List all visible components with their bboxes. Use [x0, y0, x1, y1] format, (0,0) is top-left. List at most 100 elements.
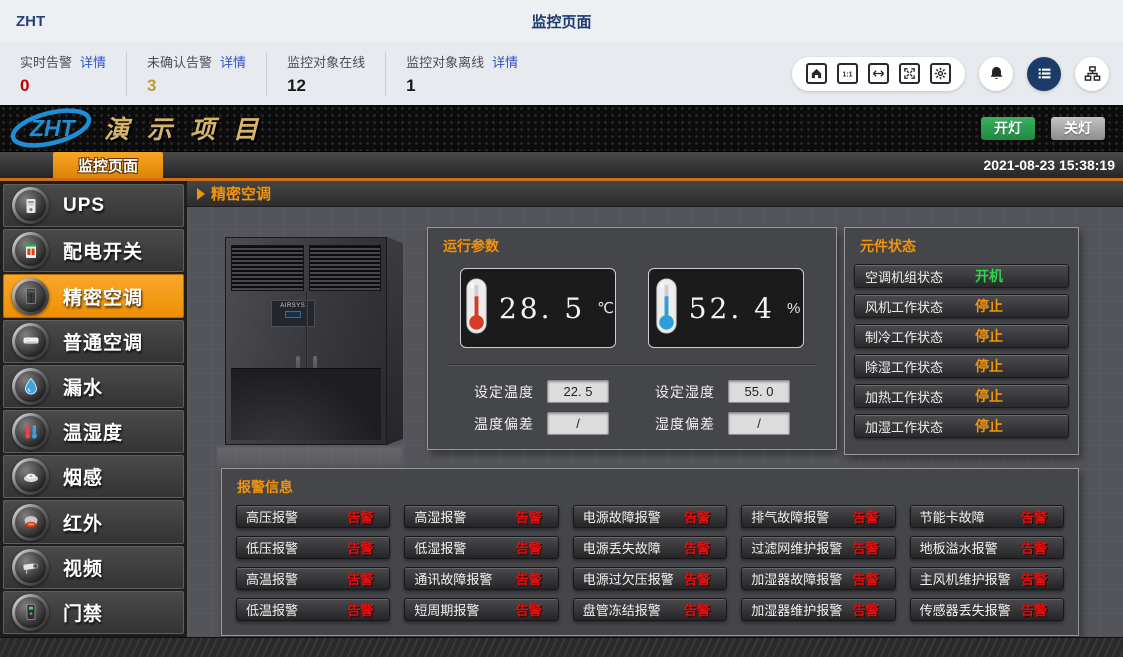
ac-display-panel: AIRSYS — [271, 300, 315, 327]
datetime-display: 2021-08-23 15:38:19 — [983, 152, 1123, 178]
precision-ac-icon — [12, 278, 49, 315]
stat-realtime-alarms: 实时告警详情 0 — [0, 52, 126, 96]
stat-label: 监控对象在线 — [287, 52, 365, 71]
smoke-icon — [12, 458, 49, 495]
set-temperature-field[interactable]: 22. 5 — [547, 380, 609, 403]
breaker-icon — [12, 232, 49, 269]
alarm-cell: 电源过欠压报警告警 — [573, 567, 727, 590]
alarm-status: 告警 — [347, 507, 373, 526]
alarm-status: 告警 — [516, 538, 542, 557]
content-area: 精密空调 AIRSYS 运行参数 — [187, 181, 1123, 637]
stat-label: 实时告警 — [20, 52, 72, 71]
footer-strip — [0, 637, 1123, 657]
section-arrow-icon — [197, 188, 205, 200]
status-row: 制冷工作状态停止 — [854, 324, 1069, 348]
temperature-gauge: 28. 5 ℃ — [460, 268, 616, 348]
svg-text:ZHT: ZHT — [29, 115, 77, 141]
sidebar-item-water-leak[interactable]: 漏水 — [3, 365, 184, 408]
run-params-panel: 运行参数 28. 5 ℃ 52. 4 % 设定温度 22. — [427, 227, 837, 450]
alarm-cell: 盘管冻结报警告警 — [573, 598, 727, 621]
status-value: 停止 — [975, 416, 1003, 436]
alarm-status: 告警 — [684, 538, 710, 557]
sidebar-item-temp-humidity[interactable]: 温湿度 — [3, 410, 184, 453]
ac-unit-image: AIRSYS — [217, 221, 422, 473]
alarm-status: 告警 — [1021, 507, 1047, 526]
stat-label: 未确认告警 — [147, 52, 212, 71]
alarm-status: 告警 — [1021, 569, 1047, 588]
status-value: 开机 — [975, 266, 1003, 286]
sidebar-item-smoke[interactable]: 烟感 — [3, 455, 184, 498]
set-humidity-field[interactable]: 55. 0 — [728, 380, 790, 403]
ac-grille — [231, 368, 381, 440]
sidebar-item-video[interactable]: 视频 — [3, 546, 184, 589]
temperature-deviation-row: 温度偏差 / — [474, 412, 609, 435]
alarm-cell: 节能卡故障告警 — [910, 505, 1064, 528]
alarm-status: 告警 — [853, 569, 879, 588]
humidity-deviation-row: 湿度偏差 / — [655, 412, 790, 435]
stat-unconfirmed-alarms: 未确认告警详情 3 — [126, 52, 266, 96]
light-on-button[interactable]: 开灯 — [981, 117, 1035, 140]
bell-icon[interactable] — [979, 57, 1013, 91]
alarm-cell: 通讯故障报警告警 — [404, 567, 558, 590]
stat-value: 12 — [287, 76, 365, 96]
alarm-status: 告警 — [684, 507, 710, 526]
alarm-cell: 传感器丢失报警告警 — [910, 598, 1064, 621]
status-row: 加热工作状态停止 — [854, 384, 1069, 408]
light-buttons: 开灯 关灯 — [981, 117, 1105, 140]
stats-bar: 实时告警详情 0 未确认告警详情 3 监控对象在线 12 监控对象离线详情 1 … — [0, 42, 1123, 105]
sidebar-item-infrared[interactable]: 红外 — [3, 500, 184, 543]
stat-value: 1 — [406, 76, 518, 96]
temp-humidity-icon — [12, 413, 49, 450]
component-status-panel: 元件状态 空调机组状态开机 风机工作状态停止 制冷工作状态停止 除湿工作状态停止… — [844, 227, 1079, 455]
sidebar-item-power-switch[interactable]: 配电开关 — [3, 229, 184, 272]
settings-icon[interactable] — [930, 63, 951, 84]
one-to-one-icon[interactable]: 1:1 — [837, 63, 858, 84]
alarm-cell: 过滤网维护报警告警 — [741, 536, 895, 559]
stat-objects-offline: 监控对象离线详情 1 — [385, 52, 538, 96]
sidebar-item-normal-ac[interactable]: 普通空调 — [3, 320, 184, 363]
unconfirmed-alarm-details-link[interactable]: 详情 — [220, 52, 246, 71]
sidebar-item-door-access[interactable]: 门禁 — [3, 591, 184, 634]
section-title: 精密空调 — [211, 183, 271, 204]
light-off-button[interactable]: 关灯 — [1051, 117, 1105, 140]
alarm-cell: 地板溢水报警告警 — [910, 536, 1064, 559]
alarm-status: 告警 — [516, 600, 542, 619]
alarm-cell: 低湿报警告警 — [404, 536, 558, 559]
fit-width-icon[interactable] — [868, 63, 889, 84]
ac-louvers — [231, 245, 381, 291]
water-leak-icon — [12, 368, 49, 405]
alarm-cell: 加湿器维护报警告警 — [741, 598, 895, 621]
list-icon[interactable] — [1027, 57, 1061, 91]
alarm-info-title: 报警信息 — [222, 469, 1078, 497]
stat-label: 监控对象离线 — [406, 52, 484, 71]
status-value: 停止 — [975, 386, 1003, 406]
humidity-unit: % — [787, 300, 800, 317]
top-bar: ZHT 监控页面 — [0, 0, 1123, 42]
sidebar-item-precision-ac[interactable]: 精密空调 — [3, 274, 184, 317]
stat-value: 3 — [147, 76, 246, 96]
tab-monitor-page[interactable]: 监控页面 — [53, 152, 163, 178]
realtime-alarm-details-link[interactable]: 详情 — [80, 52, 106, 71]
offline-details-link[interactable]: 详情 — [492, 52, 518, 71]
sidebar-item-ups[interactable]: UPS — [3, 184, 184, 227]
set-temperature-row: 设定温度 22. 5 — [474, 380, 609, 403]
home-icon[interactable] — [806, 63, 827, 84]
split-ac-icon — [12, 323, 49, 360]
alarm-cell: 高压报警告警 — [236, 505, 390, 528]
door-access-icon — [12, 594, 49, 631]
panel-divider — [448, 364, 816, 366]
temperature-deviation-field: / — [547, 412, 609, 435]
alarm-cell: 加湿器故障报警告警 — [741, 567, 895, 590]
ups-icon — [12, 187, 49, 224]
status-value: 停止 — [975, 326, 1003, 346]
temperature-value: 28. 5 — [499, 292, 585, 325]
view-controls-pill: 1:1 — [792, 57, 965, 91]
status-row: 空调机组状态开机 — [854, 264, 1069, 288]
temperature-unit: ℃ — [597, 299, 614, 317]
alarm-cell: 主风机维护报警告警 — [910, 567, 1064, 590]
alarm-cell: 低温报警告警 — [236, 598, 390, 621]
topology-icon[interactable] — [1075, 57, 1109, 91]
alarm-status: 告警 — [347, 569, 373, 588]
fullscreen-icon[interactable] — [899, 63, 920, 84]
zht-logo: ZHT — [8, 106, 94, 150]
